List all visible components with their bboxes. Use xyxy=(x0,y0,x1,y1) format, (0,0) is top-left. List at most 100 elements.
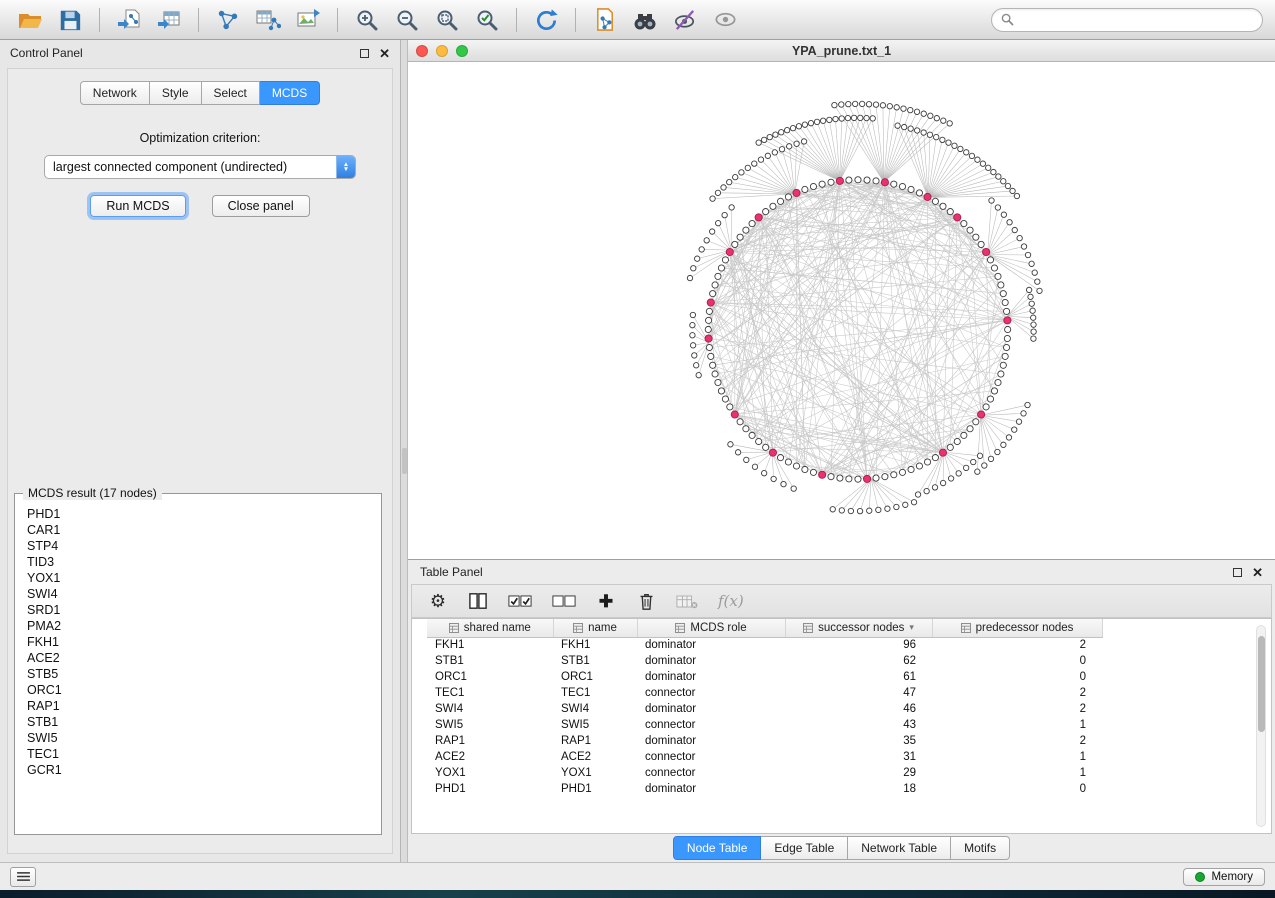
table-row[interactable]: YOX1YOX1connector291 xyxy=(427,765,1102,781)
column-header-shared-name[interactable]: shared name xyxy=(427,619,553,637)
table-row[interactable]: ORC1ORC1dominator610 xyxy=(427,669,1102,685)
tab-node-table[interactable]: Node Table xyxy=(673,836,762,860)
status-bar: Memory xyxy=(0,862,1275,890)
memory-button[interactable]: Memory xyxy=(1183,868,1265,886)
export-image-icon[interactable] xyxy=(290,5,326,35)
mcds-result-item[interactable]: STP4 xyxy=(27,538,369,554)
tab-network-table[interactable]: Network Table xyxy=(848,836,951,860)
float-panel-icon[interactable] xyxy=(360,49,369,58)
run-mcds-button[interactable]: Run MCDS xyxy=(90,195,185,217)
column-header-predecessor-nodes[interactable]: predecessor nodes xyxy=(932,619,1102,637)
search-input[interactable] xyxy=(1019,13,1253,27)
window-minimize-icon[interactable] xyxy=(436,45,448,57)
zoom-selected-icon[interactable] xyxy=(469,5,505,35)
mcds-result-item[interactable]: SRD1 xyxy=(27,602,369,618)
main-toolbar xyxy=(0,0,1275,40)
mcds-result-item[interactable]: TID3 xyxy=(27,554,369,570)
network-graph[interactable] xyxy=(408,62,1275,559)
memory-label: Memory xyxy=(1211,871,1253,883)
new-network-icon[interactable] xyxy=(210,5,246,35)
close-table-panel-icon[interactable]: ✕ xyxy=(1252,566,1263,579)
search-network-icon[interactable] xyxy=(627,5,663,35)
mcds-result-item[interactable]: RAP1 xyxy=(27,698,369,714)
table-row[interactable]: PHD1PHD1dominator180 xyxy=(427,781,1102,797)
tab-edge-table[interactable]: Edge Table xyxy=(761,836,848,860)
column-header-name[interactable]: name xyxy=(553,619,637,637)
sort-descending-icon: ▾ xyxy=(909,622,914,633)
table-scrollbar[interactable] xyxy=(1256,625,1266,827)
column-type-icon xyxy=(675,623,685,633)
node-table-body: FKH1FKH1dominator962STB1STB1dominator620… xyxy=(427,637,1102,797)
mcds-result-title: MCDS result (17 nodes) xyxy=(23,486,162,500)
add-column-icon[interactable]: ✚ xyxy=(596,593,616,610)
mcds-result-list[interactable]: PHD1CAR1STP4TID3YOX1SWI4SRD1PMA2FKH1ACE2… xyxy=(19,504,377,830)
refresh-icon[interactable] xyxy=(528,5,564,35)
style-brush-icon[interactable] xyxy=(667,5,703,35)
window-maximize-icon[interactable] xyxy=(456,45,468,57)
mcds-result-item[interactable]: PHD1 xyxy=(27,506,369,522)
mcds-result-item[interactable]: ORC1 xyxy=(27,682,369,698)
network-canvas[interactable] xyxy=(408,62,1275,559)
import-network-icon[interactable] xyxy=(111,5,147,35)
mcds-result-item[interactable]: SWI5 xyxy=(27,730,369,746)
network-view-title: YPA_prune.txt_1 xyxy=(408,44,1275,58)
zoom-out-icon[interactable] xyxy=(389,5,425,35)
zoom-fit-icon[interactable] xyxy=(429,5,465,35)
function-builder-icon: f(x) xyxy=(718,592,744,610)
table-scrollbar-thumb[interactable] xyxy=(1258,636,1265,732)
desktop-background xyxy=(0,890,1275,898)
criterion-dropdown[interactable]: largest connected component (undirected)… xyxy=(44,155,356,179)
column-header-mcds-role[interactable]: MCDS role xyxy=(637,619,785,637)
search-icon xyxy=(1001,13,1014,26)
tab-mcds[interactable]: MCDS xyxy=(260,81,320,105)
control-panel-title: Control Panel xyxy=(10,46,83,60)
panel-splitter[interactable] xyxy=(401,40,408,862)
close-panel-button[interactable]: Close panel xyxy=(212,195,310,217)
mcds-result-item[interactable]: STB1 xyxy=(27,714,369,730)
show-panels-button[interactable] xyxy=(10,867,36,887)
splitter-handle[interactable] xyxy=(402,448,407,474)
mcds-result-item[interactable]: YOX1 xyxy=(27,570,369,586)
mcds-result-item[interactable]: SWI4 xyxy=(27,586,369,602)
tab-motifs[interactable]: Motifs xyxy=(951,836,1010,860)
column-header-successor-nodes[interactable]: successor nodes ▾ xyxy=(785,619,932,637)
save-icon[interactable] xyxy=(52,5,88,35)
show-columns-icon[interactable] xyxy=(468,592,488,610)
zoom-in-icon[interactable] xyxy=(349,5,385,35)
network-view-titlebar[interactable]: YPA_prune.txt_1 xyxy=(408,40,1275,62)
mcds-result-item[interactable]: FKH1 xyxy=(27,634,369,650)
deselect-all-columns-icon[interactable] xyxy=(552,595,576,608)
mcds-result-item[interactable]: GCR1 xyxy=(27,762,369,778)
table-row[interactable]: FKH1FKH1dominator962 xyxy=(427,637,1102,653)
table-row[interactable]: TEC1TEC1connector472 xyxy=(427,685,1102,701)
column-type-icon xyxy=(961,623,971,633)
select-all-columns-icon[interactable] xyxy=(508,595,532,608)
table-row[interactable]: RAP1RAP1dominator352 xyxy=(427,733,1102,749)
table-row[interactable]: ACE2ACE2connector311 xyxy=(427,749,1102,765)
delete-column-icon[interactable] xyxy=(636,592,656,611)
table-row[interactable]: STB1STB1dominator620 xyxy=(427,653,1102,669)
close-panel-icon[interactable]: ✕ xyxy=(379,47,390,60)
float-table-panel-icon[interactable] xyxy=(1233,568,1242,577)
import-table-icon[interactable] xyxy=(151,5,187,35)
clone-network-icon[interactable] xyxy=(587,5,623,35)
mcds-result-item[interactable]: PMA2 xyxy=(27,618,369,634)
eye-icon[interactable] xyxy=(707,5,743,35)
toolbar-separator xyxy=(198,8,199,32)
mcds-result-item[interactable]: STB5 xyxy=(27,666,369,682)
control-panel-body: Network Style Select MCDS Optimization c… xyxy=(7,68,393,854)
table-row[interactable]: SWI5SWI5connector431 xyxy=(427,717,1102,733)
mcds-result-item[interactable]: ACE2 xyxy=(27,650,369,666)
tab-style[interactable]: Style xyxy=(150,81,202,105)
open-file-icon[interactable] xyxy=(12,5,48,35)
table-settings-icon[interactable]: ⚙ xyxy=(428,592,448,610)
network-from-table-icon[interactable] xyxy=(250,5,286,35)
tab-network[interactable]: Network xyxy=(80,81,150,105)
table-row[interactable]: SWI4SWI4dominator462 xyxy=(427,701,1102,717)
tab-select[interactable]: Select xyxy=(202,81,260,105)
mcds-result-item[interactable]: CAR1 xyxy=(27,522,369,538)
mcds-result-item[interactable]: TEC1 xyxy=(27,746,369,762)
window-close-icon[interactable] xyxy=(416,45,428,57)
search-field[interactable] xyxy=(991,8,1263,32)
network-view-window: YPA_prune.txt_1 xyxy=(408,40,1275,560)
